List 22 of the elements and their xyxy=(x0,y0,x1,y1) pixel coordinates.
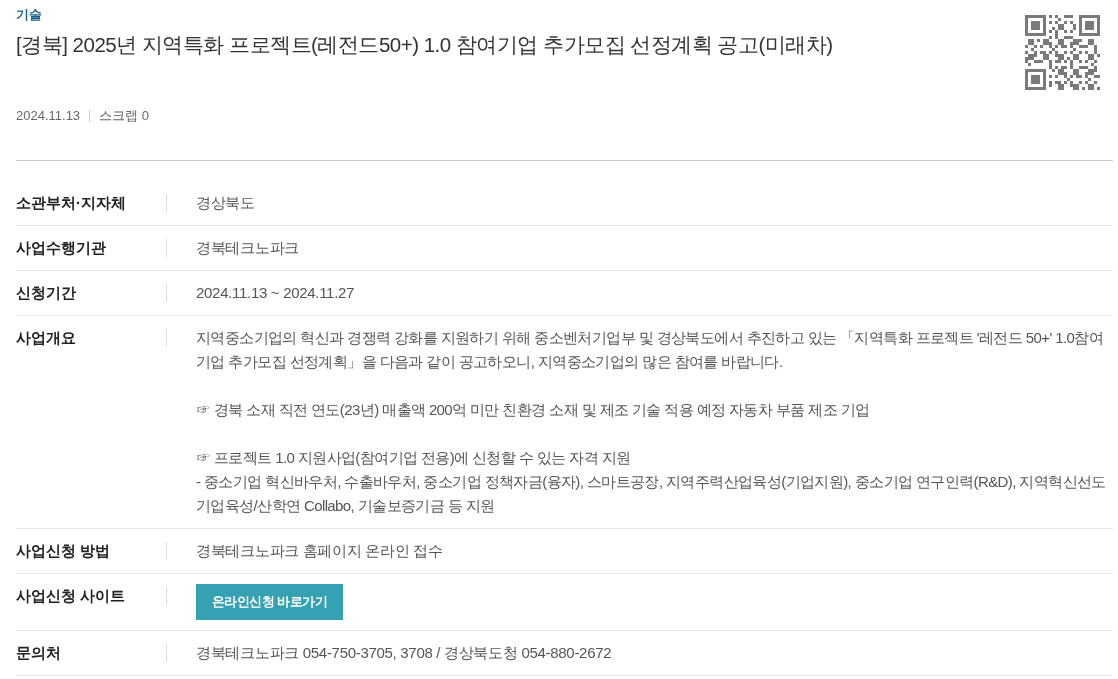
field-label: 사업개요 xyxy=(16,328,77,348)
field-label: 문의처 xyxy=(16,643,62,663)
scrap-count: 스크랩 0 xyxy=(99,107,149,125)
field-label: 사업신청 방법 xyxy=(16,541,112,561)
category-label: 기술 xyxy=(16,6,43,24)
field-value: 2024.11.13 ~ 2024.11.27 xyxy=(196,283,356,303)
page-title: [경북] 2025년 지역특화 프로젝트(레전드50+) 1.0 참여기업 추가모집 선정계획 공고(미래차) xyxy=(16,32,833,58)
overview-text: 지역중소기업의 혁신과 경쟁력 강화를 지원하기 위해 중소벤처기업부 및 경상북도에서 추진하고 있는 「지역특화 프로젝트 '레전드 50+' 1.0참여기업 추가모집 선정계획」을 다음과 같이 공고하오니, 지역중소기업의 많은 참여를 바랍니다. xyxy=(196,328,1105,372)
field-value: 경북테크노파크 054-750-3705, 3708 / 경상북도청 054-880-2672 xyxy=(196,643,613,663)
field-label: 소관부처·지자체 xyxy=(16,193,127,213)
field-value: 경상북도 xyxy=(196,193,256,213)
field-label: 사업수행기관 xyxy=(16,238,107,258)
post-date: 2024.11.13 xyxy=(16,107,81,125)
online-apply-button[interactable]: 온라인신청 바로가기 xyxy=(196,584,343,620)
field-value: 경북테크노파크 홈페이지 온라인 접수 xyxy=(196,541,444,561)
overview-text: - 중소기업 혁신바우처, 수출바우처, 중소기업 정책자금(융자), 스마트공장, 지역주력산업육성(기업지원), 중소기업 연구인력(R&D), 지역혁신선도기업육성/산학연 Collabo, 기술보증기금 등 지원 xyxy=(196,472,1107,516)
field-label: 신청기간 xyxy=(16,283,77,303)
overview-text: ☞ 프로젝트 1.0 지원사업(참여기업 전용)에 신청할 수 있는 자격 지원 xyxy=(196,448,632,468)
overview-text: ☞ 경북 소재 직전 연도(23년) 매출액 200억 미만 친환경 소재 및 제조 기술 적용 예정 자동차 부품 제조 기업 xyxy=(196,400,871,420)
field-label: 사업신청 사이트 xyxy=(16,586,127,606)
qr-code-icon xyxy=(1025,15,1100,90)
field-value: 경북테크노파크 xyxy=(196,238,300,258)
